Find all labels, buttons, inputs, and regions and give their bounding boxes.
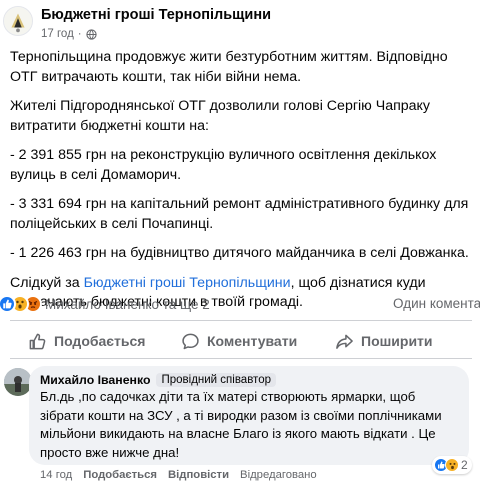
reactor-names[interactable]: Михайло Іваненко та ще 2 [45,297,210,312]
comment-button-label: Коментувати [207,333,298,349]
post-paragraph: - 1 226 463 грн на будівництво дитячого … [10,245,469,261]
comment-time-link[interactable]: 14 год [40,469,72,481]
like-button-label: Подобається [54,333,146,349]
divider [10,320,472,321]
post-meta: 17 год · [41,28,97,40]
reaction-icons [0,295,42,313]
post-paragraph: Тернопільщина продовжує жити безтурботни… [10,49,448,85]
post-action-bar: Подобається Коментувати Поширити [0,326,480,356]
post-paragraph: - 2 391 855 грн на реконструкцію вулично… [10,147,437,183]
comment-edited-label: Відредаговано [240,469,317,481]
post-paragraph: - 3 331 694 грн на капітальний ремонт ад… [10,196,469,232]
globe-icon[interactable] [86,28,97,40]
like-button[interactable]: Подобається [28,326,145,356]
comment-like-button[interactable]: Подобається [83,469,157,481]
top-contributor-badge[interactable]: Провідний співавтор [156,373,276,387]
comment-count-link[interactable]: Один комента [393,296,480,311]
divider [10,358,472,359]
post-header: Бюджетні гроші Тернопільщини 17 год · [0,0,480,44]
comment-reaction-count: 2 [461,458,468,472]
wow-reaction-icon [445,458,459,472]
post-paragraph: Жителі Підгороднянської ОТГ дозволили го… [10,98,431,134]
meta-separator: · [77,28,82,40]
comment-actions: 14 год Подобається Відповісти Відредагов… [40,469,317,481]
comment-reactions-badge[interactable]: 2 [432,456,472,474]
page-name-link[interactable]: Бюджетні гроші Тернопільщини [41,7,271,23]
comment-reply-button[interactable]: Відповісти [168,469,229,481]
share-icon [336,334,353,349]
cta-prefix: Слідкуй за [10,274,84,291]
comment-button[interactable]: Коментувати [181,326,297,356]
page-logo-icon [4,7,32,35]
post-body: Тернопільщина продовжує жити безтурботни… [10,48,472,323]
commenter-avatar[interactable] [4,368,32,396]
commenter-photo [4,368,32,396]
comment-icon [182,333,199,349]
share-button[interactable]: Поширити [335,326,433,356]
comment-bubble: Михайло Іваненко Провідний співавтор Бл.… [29,366,469,465]
post-time-link[interactable]: 17 год [41,28,74,40]
share-button-label: Поширити [361,333,433,349]
comment-author-row: Михайло Іваненко Провідний співавтор [40,373,457,387]
comment-text: Бл.дь ,по садочках діти та їх матері ств… [40,389,442,460]
page-avatar[interactable] [3,6,33,36]
comment-author-link[interactable]: Михайло Іваненко [40,373,150,387]
thumbs-up-icon [29,333,46,349]
page-mention-link[interactable]: Бюджетні гроші Тернопільщини [84,275,291,291]
